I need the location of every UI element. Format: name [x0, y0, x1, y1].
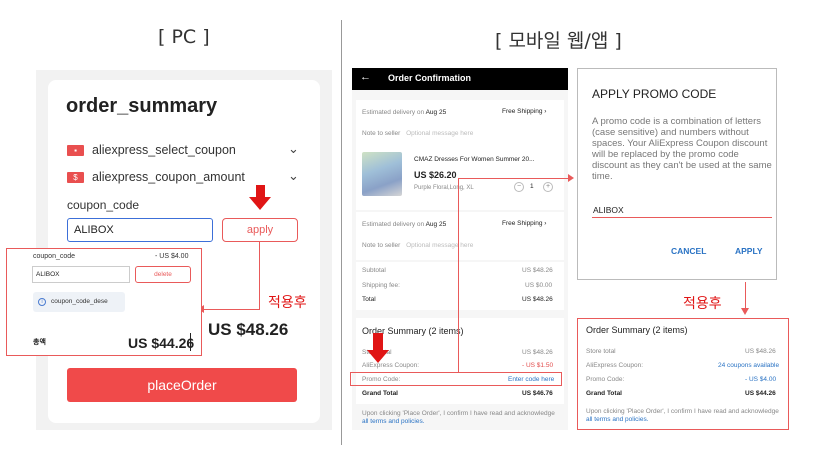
- text-cursor: [190, 333, 191, 351]
- annotation-connector: [202, 309, 260, 310]
- aliexpress-coupon-label: AliExpress Coupon:: [362, 362, 420, 369]
- qty-value: 1: [530, 183, 534, 190]
- coupons-available-link[interactable]: 24 coupons available: [718, 362, 779, 369]
- terms-notice: Upon clicking 'Place Order', I confirm I…: [362, 410, 555, 425]
- annotation-connector: [745, 282, 746, 310]
- grand-total-label: Grand Total: [586, 390, 622, 397]
- mobile-section-title: [ 모바일 웹/앱 ]: [495, 30, 622, 52]
- after-apply-annotation: 적용후: [268, 295, 307, 311]
- after-apply-annotation: 적용후: [683, 296, 722, 312]
- result-summary-title: Order Summary (2 items): [586, 325, 688, 335]
- delete-button[interactable]: delete: [135, 266, 191, 283]
- promo-code-discount[interactable]: - US $4.00: [745, 376, 776, 383]
- note-to-seller[interactable]: Note to seller Optional message here: [362, 130, 473, 137]
- arrow-right-icon: [568, 174, 574, 182]
- coupon-amount-icon: $: [67, 172, 84, 183]
- product-image[interactable]: [362, 152, 402, 196]
- free-shipping-link[interactable]: Free Shipping ›: [502, 108, 546, 115]
- aliexpress-coupon-label: AliExpress Coupon:: [586, 362, 644, 369]
- coupon-code-label: coupon_code: [67, 198, 140, 212]
- apply-button[interactable]: apply: [222, 218, 298, 242]
- coupon-icon: ▪: [67, 145, 84, 156]
- info-icon: i: [38, 298, 46, 306]
- grand-total-value: US $44.26: [745, 390, 776, 397]
- dialog-title: APPLY PROMO CODE: [592, 87, 717, 101]
- coupon-info-box: coupon_code_dese: [33, 292, 125, 312]
- mobile-header: Order Confirmation: [352, 68, 568, 90]
- subtotal-label: Subtotal: [362, 267, 386, 274]
- shipping-fee-value: US $0.00: [525, 282, 553, 289]
- note-to-seller[interactable]: Note to seller Optional message here: [362, 242, 473, 249]
- promo-code-input[interactable]: ALIBOX: [593, 205, 624, 215]
- total-value: US $48.26: [522, 296, 553, 303]
- arrow-down-icon: [741, 308, 749, 315]
- dialog-description: A promo code is a combination of letters…: [592, 116, 772, 182]
- terms-notice: Upon clicking 'Place Order', I confirm I…: [586, 408, 779, 423]
- terms-link[interactable]: all terms and policies.: [362, 418, 425, 425]
- chevron-down-icon[interactable]: ⌄: [288, 141, 299, 157]
- annotation-connector: [259, 242, 260, 310]
- qty-minus-button[interactable]: −: [514, 182, 524, 192]
- annotation-connector: [458, 178, 459, 372]
- chevron-down-icon[interactable]: ⌄: [288, 168, 299, 184]
- product-name[interactable]: CMAZ Dresses For Women Summer 20...: [414, 156, 560, 163]
- annotation-connector: [458, 178, 570, 179]
- annotation-arrow-down-icon: [367, 350, 389, 363]
- product-variant[interactable]: Purple Floral,Long, XL: [414, 185, 474, 191]
- back-arrow-icon[interactable]: ←: [360, 71, 371, 83]
- store-total-label: Store total: [586, 348, 616, 355]
- terms-link[interactable]: all terms and policies.: [586, 416, 649, 423]
- delivery-label: Estimated delivery on Aug 25: [362, 109, 447, 116]
- store-total-value: US $48.26: [522, 349, 553, 356]
- popup-total-label: 총액: [33, 339, 46, 346]
- popup-coupon-input[interactable]: ALIBOX: [32, 266, 130, 283]
- popup-total-value: US $44.26: [128, 335, 195, 351]
- annotation-arrow-down-icon: [249, 197, 271, 210]
- store-total-value: US $48.26: [745, 348, 776, 355]
- place-order-button[interactable]: placeOrder: [67, 368, 297, 402]
- promo-code-label: Promo Code:: [586, 376, 625, 383]
- enter-code-link[interactable]: Enter code here: [508, 376, 554, 383]
- grand-total-label: Grand Total: [362, 390, 398, 397]
- coupon-amount-label[interactable]: aliexpress_coupon_amount: [92, 170, 245, 184]
- subtotal-value: US $48.26: [522, 267, 553, 274]
- product-price: US $26.20: [414, 170, 457, 180]
- annotation-arrow-shaft: [373, 333, 383, 351]
- delivery-label: Estimated delivery on Aug 25: [362, 221, 447, 228]
- pc-section-title: [ PC ]: [158, 26, 210, 48]
- grand-total-value: US $46.76: [522, 390, 553, 397]
- aliexpress-coupon-value[interactable]: - US $1.50: [522, 362, 553, 369]
- popup-coupon-label: coupon_code: [33, 253, 76, 260]
- order-summary-title: order_summary: [66, 95, 218, 117]
- section-divider: [341, 20, 342, 445]
- coupon-code-input[interactable]: ALIBOX: [67, 218, 213, 242]
- total-label: Total: [362, 296, 376, 303]
- order-total: US $48.26: [208, 320, 289, 339]
- input-underline: [592, 217, 772, 218]
- select-coupon-label[interactable]: aliexpress_select_coupon: [92, 143, 236, 157]
- free-shipping-link[interactable]: Free Shipping ›: [502, 220, 546, 227]
- cancel-button[interactable]: CANCEL: [671, 246, 706, 256]
- popup-discount: - US $4.00: [155, 253, 189, 260]
- shipping-fee-label: Shipping fee:: [362, 282, 400, 289]
- qty-plus-button[interactable]: +: [543, 182, 553, 192]
- promo-code-label: Promo Code:: [362, 376, 401, 383]
- apply-button[interactable]: APPLY: [735, 246, 763, 256]
